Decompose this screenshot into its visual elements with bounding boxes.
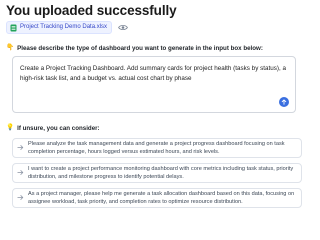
suggestion-item[interactable]: As a project manager, please help me gen… bbox=[12, 188, 302, 208]
suggestions-heading-text: If unsure, you can consider: bbox=[17, 124, 100, 132]
suggestion-text: I want to create a project performance m… bbox=[28, 166, 294, 180]
send-button[interactable] bbox=[279, 97, 289, 107]
arrow-right-icon bbox=[17, 144, 24, 151]
spreadsheet-icon bbox=[10, 24, 17, 31]
suggestions-heading: 💡 If unsure, you can consider: bbox=[6, 124, 100, 132]
suggestion-item[interactable]: Please analyze the task management data … bbox=[12, 138, 302, 158]
suggestion-text: Please analyze the task management data … bbox=[28, 141, 285, 155]
arrow-right-icon bbox=[17, 194, 24, 201]
arrow-up-icon bbox=[281, 99, 287, 105]
pointing-hand-icon: 👇 bbox=[6, 44, 15, 51]
lightbulb-icon: 💡 bbox=[6, 124, 15, 131]
eye-icon[interactable] bbox=[118, 24, 128, 31]
uploaded-file-row: Project Tracking Demo Data.xlsx bbox=[6, 21, 128, 34]
arrow-right-icon bbox=[17, 169, 24, 176]
page-title: You uploaded successfully bbox=[6, 3, 177, 18]
dashboard-prompt-input[interactable]: Create a Project Tracking Dashboard. Add… bbox=[12, 56, 296, 113]
suggestion-item[interactable]: I want to create a project performance m… bbox=[12, 163, 302, 183]
prompt-instruction: 👇 Please describe the type of dashboard … bbox=[6, 44, 263, 52]
suggestion-text: As a project manager, please help me gen… bbox=[28, 191, 295, 205]
uploaded-file-name: Project Tracking Demo Data.xlsx bbox=[20, 24, 108, 30]
prompt-instruction-text: Please describe the type of dashboard yo… bbox=[17, 44, 263, 52]
uploaded-file-chip[interactable]: Project Tracking Demo Data.xlsx bbox=[6, 21, 113, 34]
dashboard-prompt-text[interactable]: Create a Project Tracking Dashboard. Add… bbox=[20, 64, 288, 83]
